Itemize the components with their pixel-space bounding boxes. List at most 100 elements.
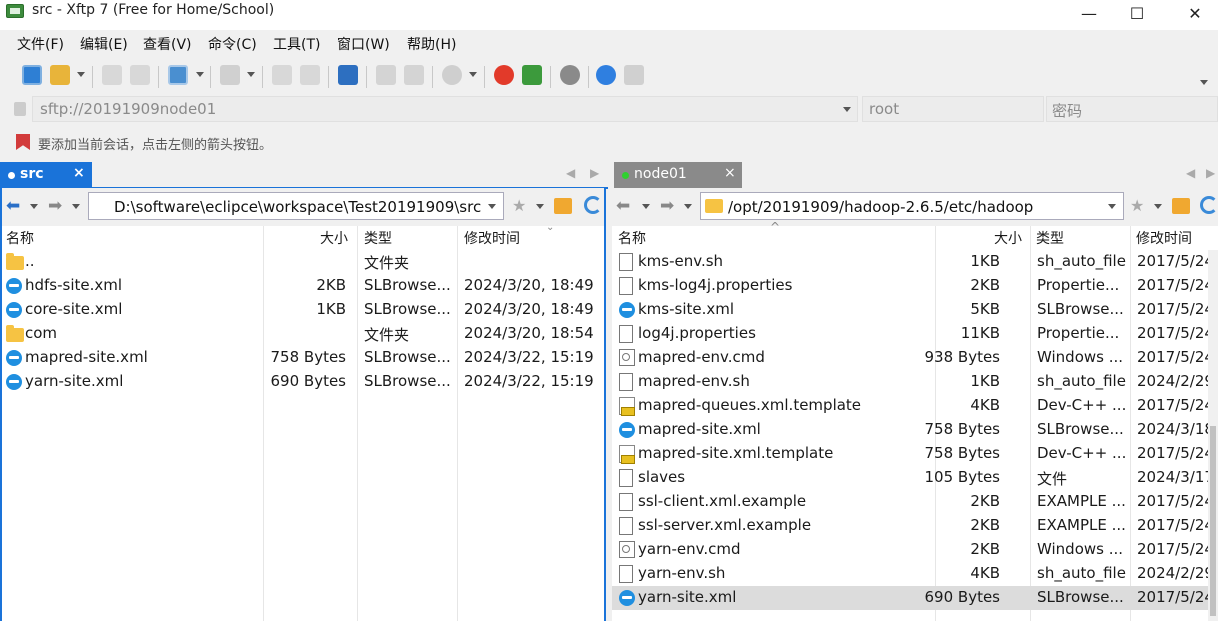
table-row[interactable]: log4j.properties 11KB Propertie... 2017/5/2…: [612, 322, 1218, 346]
xftp-icon[interactable]: [522, 65, 542, 85]
table-row[interactable]: kms-log4j.properties 2KB Propertie... 2017/…: [612, 274, 1218, 298]
local-path-text: D:\software\eclipce\workspace\Test201919…: [114, 198, 482, 216]
download-icon[interactable]: [300, 65, 320, 85]
tab-next-icon[interactable]: ▶: [590, 166, 599, 180]
scrollbar-thumb[interactable]: [1210, 426, 1216, 616]
table-row[interactable]: yarn-env.sh 4KB sh_auto_file 2024/2/29: [612, 562, 1218, 586]
chat-icon[interactable]: [624, 65, 644, 85]
chevron-down-icon[interactable]: [642, 204, 650, 209]
menu-command[interactable]: 命令(C): [208, 34, 257, 54]
globe-icon[interactable]: [442, 65, 462, 85]
close-button[interactable]: ✕: [1172, 0, 1218, 30]
table-row[interactable]: hdfs-site.xml 2KB SLBrowse... 2024/3/20, 18…: [2, 274, 604, 298]
forward-arrow-icon[interactable]: ➡: [660, 196, 674, 216]
chevron-down-icon[interactable]: [30, 204, 38, 209]
tab-prev-icon[interactable]: ◀: [1186, 166, 1195, 180]
xshell-icon[interactable]: [494, 65, 514, 85]
table-row[interactable]: mapred-site.xml.template 758 Bytes Dev-C++…: [612, 442, 1218, 466]
file-name: mapred-site.xml: [25, 348, 148, 366]
monitor-icon[interactable]: [220, 65, 240, 85]
close-tab-icon[interactable]: ×: [724, 165, 736, 181]
column-type[interactable]: 类型: [1036, 228, 1064, 248]
sync-arrows-icon[interactable]: [338, 65, 358, 85]
file-type: Dev-C++ ...: [1037, 444, 1127, 462]
paste-icon[interactable]: [404, 65, 424, 85]
back-arrow-icon[interactable]: ⬅: [616, 196, 630, 216]
file-name: mapred-env.cmd: [638, 348, 765, 366]
close-tab-icon[interactable]: ×: [73, 165, 85, 181]
vertical-scrollbar[interactable]: [1208, 250, 1218, 621]
table-row[interactable]: yarn-site.xml 690 Bytes SLBrowse... 2024/3/…: [2, 370, 604, 394]
refresh-icon[interactable]: [584, 196, 602, 214]
table-row[interactable]: kms-env.sh 1KB sh_auto_file 2017/5/24: [612, 250, 1218, 274]
gear-icon[interactable]: [560, 65, 580, 85]
chevron-down-icon[interactable]: [196, 72, 204, 77]
chevron-down-icon[interactable]: [684, 204, 692, 209]
table-row[interactable]: ssl-server.xml.example 2KB EXAMPLE ... 2017…: [612, 514, 1218, 538]
tab-next-icon[interactable]: ▶: [1206, 166, 1215, 180]
chevron-down-icon[interactable]: [1108, 204, 1116, 209]
column-modified[interactable]: 修改时间: [464, 228, 520, 248]
new-session-icon[interactable]: [22, 65, 42, 85]
open-folder-icon[interactable]: [50, 65, 70, 85]
minimize-button[interactable]: —: [1066, 0, 1112, 30]
file-modified: 2024/3/20, 18:49: [464, 300, 594, 318]
table-row[interactable]: slaves 105 Bytes 文件 2024/3/17: [612, 466, 1218, 490]
chevron-down-icon[interactable]: [72, 204, 80, 209]
bookmark-icon[interactable]: [16, 134, 30, 150]
column-type[interactable]: 类型: [364, 228, 392, 248]
upload-icon[interactable]: [272, 65, 292, 85]
file-modified: 2017/5/24: [1137, 540, 1214, 558]
chevron-down-icon[interactable]: [843, 107, 851, 112]
table-row[interactable]: ssl-client.xml.example 2KB EXAMPLE ... 2017…: [612, 490, 1218, 514]
chevron-down-icon[interactable]: [488, 204, 496, 209]
chevron-down-icon[interactable]: [1200, 80, 1208, 85]
table-row[interactable]: yarn-site.xml 690 Bytes SLBrowse... 2017/5/…: [612, 586, 1218, 610]
back-arrow-icon[interactable]: ⬅: [6, 196, 20, 216]
table-row[interactable]: mapred-site.xml 758 Bytes SLBrowse... 2024/…: [2, 346, 604, 370]
chevron-down-icon[interactable]: [247, 72, 255, 77]
column-size[interactable]: 大小: [320, 228, 348, 248]
table-row[interactable]: yarn-env.cmd 2KB Windows ... 2017/5/24: [612, 538, 1218, 562]
help-icon[interactable]: [596, 65, 616, 85]
home-folder-icon[interactable]: [1172, 198, 1190, 214]
table-row[interactable]: mapred-site.xml 758 Bytes SLBrowse... 2024/…: [612, 418, 1218, 442]
table-row[interactable]: com 文件夹 2024/3/20, 18:54: [2, 322, 604, 346]
menu-tools[interactable]: 工具(T): [273, 34, 320, 54]
chevron-down-icon[interactable]: [536, 204, 544, 209]
copy-icon[interactable]: [376, 65, 396, 85]
tab-node01[interactable]: node01 ×: [614, 162, 742, 188]
tab-src[interactable]: src ×: [0, 162, 92, 188]
file-size: 758 Bytes: [924, 420, 1001, 438]
disconnect-icon[interactable]: [130, 65, 150, 85]
menu-help[interactable]: 帮助(H): [407, 34, 456, 54]
forward-arrow-icon[interactable]: ➡: [48, 196, 62, 216]
file-name: slaves: [638, 468, 686, 486]
tab-prev-icon[interactable]: ◀: [566, 166, 575, 180]
table-row[interactable]: mapred-env.cmd 938 Bytes Windows ... 2017/5…: [612, 346, 1218, 370]
chevron-down-icon[interactable]: [77, 72, 85, 77]
menu-view[interactable]: 查看(V): [143, 34, 192, 54]
connect-icon[interactable]: [102, 65, 122, 85]
column-modified[interactable]: 修改时间: [1136, 228, 1192, 248]
file-modified: 2024/3/22, 15:19: [464, 372, 594, 390]
table-row[interactable]: kms-site.xml 5KB SLBrowse... 2017/5/24: [612, 298, 1218, 322]
chevron-down-icon[interactable]: [469, 72, 477, 77]
menu-edit[interactable]: 编辑(E): [80, 34, 128, 54]
refresh-icon[interactable]: [1200, 196, 1218, 214]
table-row[interactable]: mapred-queues.xml.template 4KB Dev-C++ ...…: [612, 394, 1218, 418]
maximize-button[interactable]: ☐: [1114, 0, 1160, 30]
menu-file[interactable]: 文件(F): [17, 34, 64, 54]
column-size[interactable]: 大小: [994, 228, 1022, 248]
chevron-down-icon[interactable]: [1154, 204, 1162, 209]
star-icon[interactable]: ★: [512, 196, 526, 215]
home-folder-icon[interactable]: [554, 198, 572, 214]
column-name[interactable]: 名称: [6, 228, 34, 248]
column-name[interactable]: 名称: [618, 228, 646, 248]
star-icon[interactable]: ★: [1130, 196, 1144, 215]
menu-window[interactable]: 窗口(W): [337, 34, 390, 54]
properties-icon[interactable]: [168, 65, 188, 85]
table-row[interactable]: mapred-env.sh 1KB sh_auto_file 2024/2/29: [612, 370, 1218, 394]
table-row[interactable]: .. 文件夹: [2, 250, 604, 274]
table-row[interactable]: core-site.xml 1KB SLBrowse... 2024/3/20, 18…: [2, 298, 604, 322]
